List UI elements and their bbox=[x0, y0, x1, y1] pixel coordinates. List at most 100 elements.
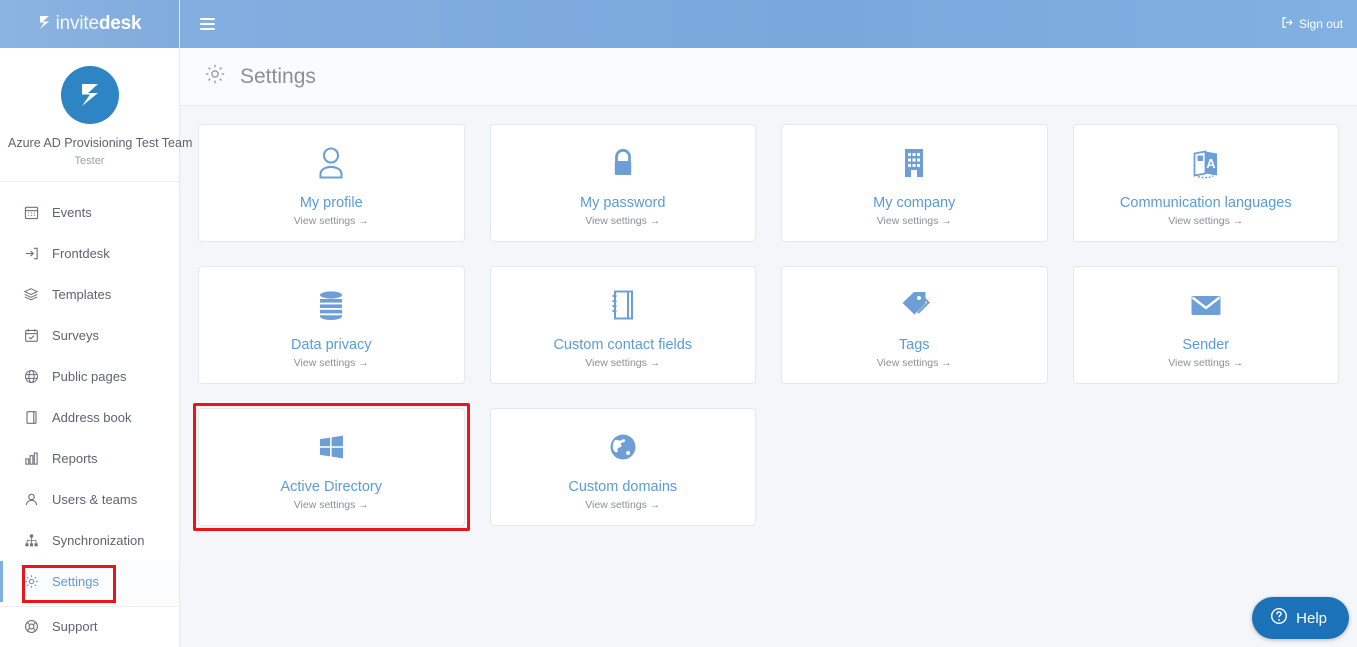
help-button[interactable]: Help bbox=[1252, 597, 1349, 639]
sidebar-item-events[interactable]: Events bbox=[0, 192, 179, 233]
sidebar-item-label: Reports bbox=[52, 450, 98, 466]
invitedesk-logo-icon bbox=[38, 15, 53, 33]
sidebar-item-support[interactable]: Support bbox=[0, 605, 179, 647]
brand-text-light: invite bbox=[55, 13, 99, 34]
settings-card-communication-languages[interactable]: A Communication languages View settings … bbox=[1072, 124, 1339, 242]
card-title: Custom contact fields bbox=[553, 337, 693, 353]
sidebar-item-label: Events bbox=[52, 204, 92, 220]
card-link: View settings → bbox=[876, 215, 952, 227]
notebook-icon bbox=[603, 281, 643, 325]
settings-card-data-privacy[interactable]: Data privacy View settings → bbox=[198, 266, 465, 384]
sidebar-item-templates[interactable]: Templates bbox=[0, 274, 179, 315]
settings-card-my-profile[interactable]: My profile View settings → bbox=[198, 124, 465, 242]
topbar: Sign out bbox=[180, 0, 1357, 48]
sidebar-item-label: Synchronization bbox=[52, 532, 145, 548]
card-title: Sender bbox=[1182, 337, 1230, 353]
sidebar-item-address-book[interactable]: Address book bbox=[0, 397, 179, 438]
team-name: Azure AD Provisioning Test Team bbox=[8, 136, 193, 150]
sidebar-item-label: Surveys bbox=[52, 327, 99, 343]
sidebar: invitedesk Azure AD Provisioning Test Te… bbox=[0, 0, 193, 647]
svg-text:A: A bbox=[1206, 156, 1216, 171]
page-title: Settings bbox=[240, 64, 316, 88]
card-link: View settings → bbox=[585, 357, 661, 369]
lifebuoy-icon bbox=[22, 618, 40, 636]
brand-bar: invitedesk bbox=[0, 0, 179, 48]
users-icon bbox=[22, 490, 40, 508]
settings-card-sender[interactable]: Sender View settings → bbox=[1072, 266, 1339, 384]
sidebar-item-synchronization[interactable]: Synchronization bbox=[0, 520, 179, 561]
card-link: View settings → bbox=[876, 357, 952, 369]
layers-icon bbox=[22, 285, 40, 303]
card-link: View settings → bbox=[293, 357, 369, 369]
gear-icon bbox=[22, 572, 40, 590]
card-link: View settings → bbox=[585, 215, 661, 227]
card-link: View settings → bbox=[1168, 215, 1244, 227]
team-role: Tester bbox=[74, 154, 105, 167]
sign-out-icon bbox=[1281, 16, 1294, 32]
card-title: Custom domains bbox=[568, 479, 678, 495]
globe-filled-icon bbox=[603, 423, 643, 467]
sidebar-item-settings[interactable]: Settings bbox=[0, 560, 179, 602]
card-title: Communication languages bbox=[1119, 195, 1292, 211]
envelope-icon bbox=[1185, 281, 1227, 325]
card-title: Active Directory bbox=[280, 479, 383, 495]
settings-card-my-company[interactable]: My company View settings → bbox=[781, 124, 1048, 242]
calendar-icon bbox=[22, 203, 40, 221]
sidebar-item-public-pages[interactable]: Public pages bbox=[0, 356, 179, 397]
sidebar-item-label: Support bbox=[52, 619, 98, 635]
sidebar-nav: Events Frontdesk Templates Surveys Publi… bbox=[0, 182, 179, 647]
sidebar-item-users-teams[interactable]: Users & teams bbox=[0, 479, 179, 520]
brand-text-bold: desk bbox=[98, 13, 142, 34]
avatar[interactable] bbox=[60, 66, 119, 124]
language-icon: A bbox=[1186, 139, 1226, 183]
card-title: Data privacy bbox=[290, 337, 372, 353]
sign-out-label: Sign out bbox=[1298, 17, 1343, 31]
book-icon bbox=[22, 408, 40, 426]
settings-card-custom-domains[interactable]: Custom domains View settings → bbox=[489, 408, 756, 526]
database-icon bbox=[311, 281, 351, 325]
settings-content: My profile View settings → My password V… bbox=[180, 106, 1357, 647]
user-icon bbox=[311, 139, 351, 183]
card-title: My company bbox=[873, 195, 956, 211]
brand-logo[interactable]: invitedesk bbox=[38, 13, 142, 35]
gear-icon bbox=[204, 63, 226, 90]
settings-card-active-directory[interactable]: Active Directory View settings → bbox=[193, 403, 469, 531]
lock-icon bbox=[603, 139, 643, 183]
sidebar-item-reports[interactable]: Reports bbox=[0, 438, 179, 479]
login-arrow-icon bbox=[22, 244, 40, 262]
calendar-check-icon bbox=[22, 326, 40, 344]
help-label: Help bbox=[1296, 609, 1327, 627]
card-link: View settings → bbox=[293, 215, 369, 227]
sitemap-icon bbox=[22, 531, 40, 549]
settings-card-custom-contact-fields[interactable]: Custom contact fields View settings → bbox=[489, 266, 756, 384]
card-title: Tags bbox=[898, 337, 930, 353]
main-area: Sign out Settings My profile View settin… bbox=[180, 0, 1357, 647]
sidebar-item-label: Settings bbox=[52, 573, 99, 589]
settings-page: invitedesk Azure AD Provisioning Test Te… bbox=[0, 0, 1357, 647]
globe-icon bbox=[22, 367, 40, 385]
card-title: My password bbox=[580, 195, 666, 211]
hamburger-menu-icon[interactable] bbox=[196, 14, 219, 34]
settings-card-grid: My profile View settings → My password V… bbox=[193, 124, 1339, 531]
card-link: View settings → bbox=[293, 499, 369, 511]
card-title: My profile bbox=[299, 195, 363, 211]
card-link: View settings → bbox=[585, 499, 661, 511]
settings-card-tags[interactable]: Tags View settings → bbox=[781, 266, 1048, 384]
tags-icon bbox=[894, 281, 934, 325]
sidebar-item-label: Public pages bbox=[52, 368, 127, 384]
card-link: View settings → bbox=[1168, 357, 1244, 369]
bar-chart-icon bbox=[22, 449, 40, 467]
sign-out-button[interactable]: Sign out bbox=[1281, 16, 1343, 32]
settings-card-my-password[interactable]: My password View settings → bbox=[489, 124, 756, 242]
sidebar-item-label: Frontdesk bbox=[52, 245, 110, 261]
sidebar-item-frontdesk[interactable]: Frontdesk bbox=[0, 233, 179, 274]
sidebar-item-label: Users & teams bbox=[52, 491, 138, 507]
question-circle-icon bbox=[1270, 607, 1288, 629]
sidebar-item-label: Templates bbox=[52, 286, 112, 302]
profile-block: Azure AD Provisioning Test Team Tester bbox=[0, 48, 193, 182]
page-header: Settings bbox=[180, 48, 1357, 106]
building-icon bbox=[894, 139, 934, 183]
sidebar-item-surveys[interactable]: Surveys bbox=[0, 315, 179, 356]
windows-icon bbox=[311, 423, 351, 467]
sidebar-item-label: Address book bbox=[52, 409, 132, 425]
